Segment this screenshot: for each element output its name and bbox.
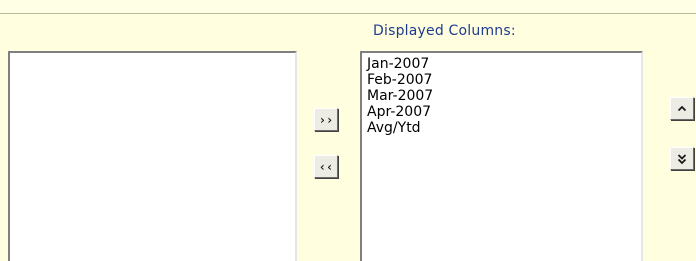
remove-column-label: ‹‹ — [318, 159, 334, 174]
displayed-columns-items: Jan-2007 Feb-2007 Mar-2007 Apr-2007 Avg/… — [362, 53, 641, 136]
list-item[interactable]: Avg/Ytd — [367, 120, 641, 136]
available-columns-list[interactable] — [8, 51, 297, 261]
add-column-label: ›› — [318, 112, 334, 127]
move-down-button[interactable] — [670, 147, 694, 170]
add-column-button[interactable]: ›› — [314, 108, 338, 131]
list-item[interactable]: Apr-2007 — [367, 104, 641, 120]
displayed-columns-list[interactable]: Jan-2007 Feb-2007 Mar-2007 Apr-2007 Avg/… — [360, 51, 643, 261]
list-item[interactable]: Jan-2007 — [367, 56, 641, 72]
displayed-columns-label: Displayed Columns: — [373, 23, 516, 39]
remove-column-button[interactable]: ‹‹ — [314, 155, 338, 178]
top-border — [0, 0, 696, 14]
list-item[interactable]: Mar-2007 — [367, 88, 641, 104]
list-item[interactable]: Feb-2007 — [367, 72, 641, 88]
move-up-button[interactable] — [670, 97, 694, 120]
chevron-down-icon — [677, 153, 687, 165]
chevron-up-icon — [677, 104, 687, 114]
available-columns-items — [10, 53, 295, 56]
